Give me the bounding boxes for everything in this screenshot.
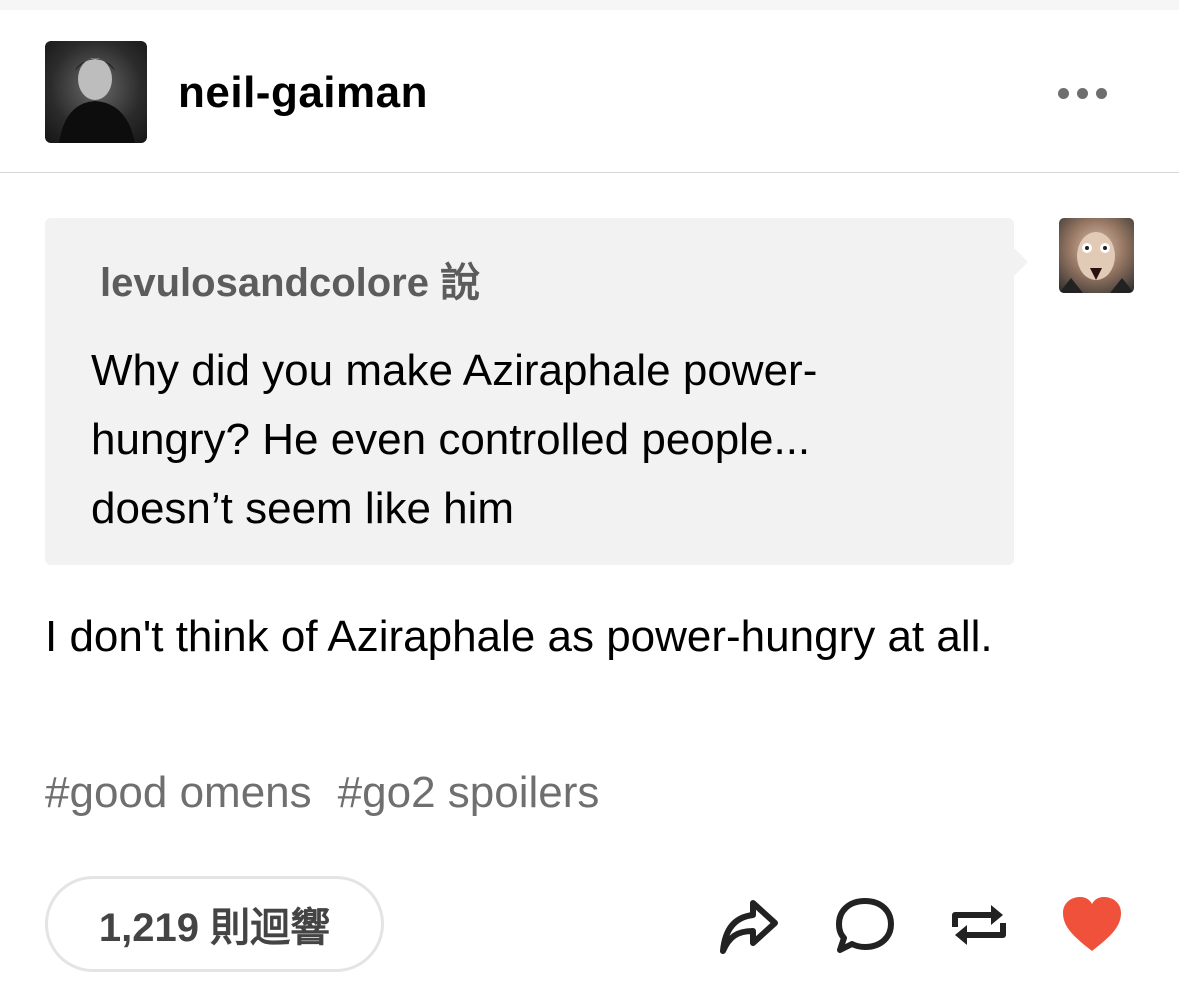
ask-question: Why did you make Aziraphale power-hungry… <box>91 346 818 533</box>
blog-name[interactable]: neil-gaiman <box>178 68 428 118</box>
heart-icon[interactable] <box>1060 893 1124 957</box>
asker-avatar[interactable] <box>1059 218 1134 293</box>
post-header: neil-gaiman <box>0 10 1179 173</box>
reply-icon[interactable] <box>833 893 897 957</box>
blog-avatar[interactable] <box>45 41 147 143</box>
tag-list: #good omens #go2 spoilers <box>45 768 599 818</box>
reblog-icon[interactable] <box>947 893 1011 957</box>
top-strip <box>0 0 1179 10</box>
asker-name[interactable]: levulosandcolore 說 <box>100 250 480 308</box>
share-icon[interactable] <box>717 893 781 957</box>
tag[interactable]: #go2 spoilers <box>338 768 600 818</box>
more-dots-icon[interactable] <box>1050 84 1114 102</box>
tag[interactable]: #good omens <box>45 768 312 818</box>
avatar-portrait-icon <box>59 58 135 143</box>
ask-bubble: levulosandcolore 說 Why did you make Azir… <box>45 218 1028 565</box>
answer-text: I don't think of Aziraphale as power-hun… <box>45 612 993 661</box>
post-actions <box>0 893 1179 957</box>
asker-face-icon <box>1059 232 1134 293</box>
